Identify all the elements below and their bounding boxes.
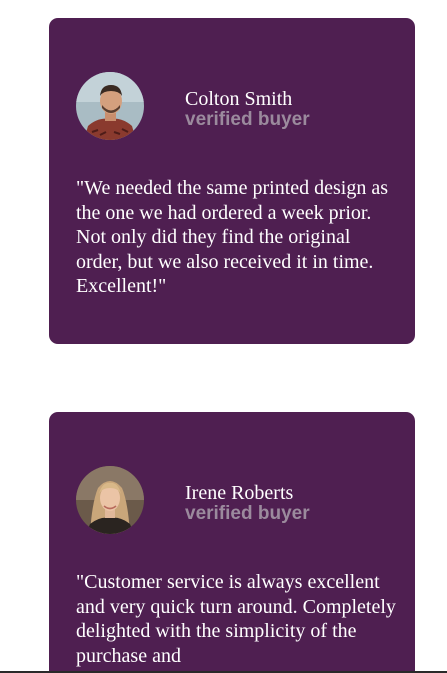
man-portrait-icon xyxy=(76,72,144,140)
verified-buyer-label: verified buyer xyxy=(185,108,310,130)
avatar xyxy=(76,466,144,534)
testimonial-quote: "We needed the same printed design as th… xyxy=(76,177,389,297)
reviewer-name: Colton Smith xyxy=(185,87,293,110)
reviewer-profile: Irene Roberts verified buyer xyxy=(76,466,310,534)
reviewer-info: Irene Roberts verified buyer xyxy=(185,481,310,524)
testimonials-page: Colton Smith verified buyer "We needed t… xyxy=(0,0,447,673)
woman-portrait-icon xyxy=(76,466,144,534)
testimonial-card: Colton Smith verified buyer "We needed t… xyxy=(49,18,415,344)
avatar xyxy=(76,72,144,140)
testimonial-quote: "Customer service is always excellent an… xyxy=(76,571,396,667)
verified-buyer-label: verified buyer xyxy=(185,502,310,524)
reviewer-info: Colton Smith verified buyer xyxy=(185,87,310,130)
testimonial-card: Irene Roberts verified buyer "Customer s… xyxy=(49,412,415,673)
reviewer-profile: Colton Smith verified buyer xyxy=(76,72,310,140)
reviewer-name: Irene Roberts xyxy=(185,481,294,504)
